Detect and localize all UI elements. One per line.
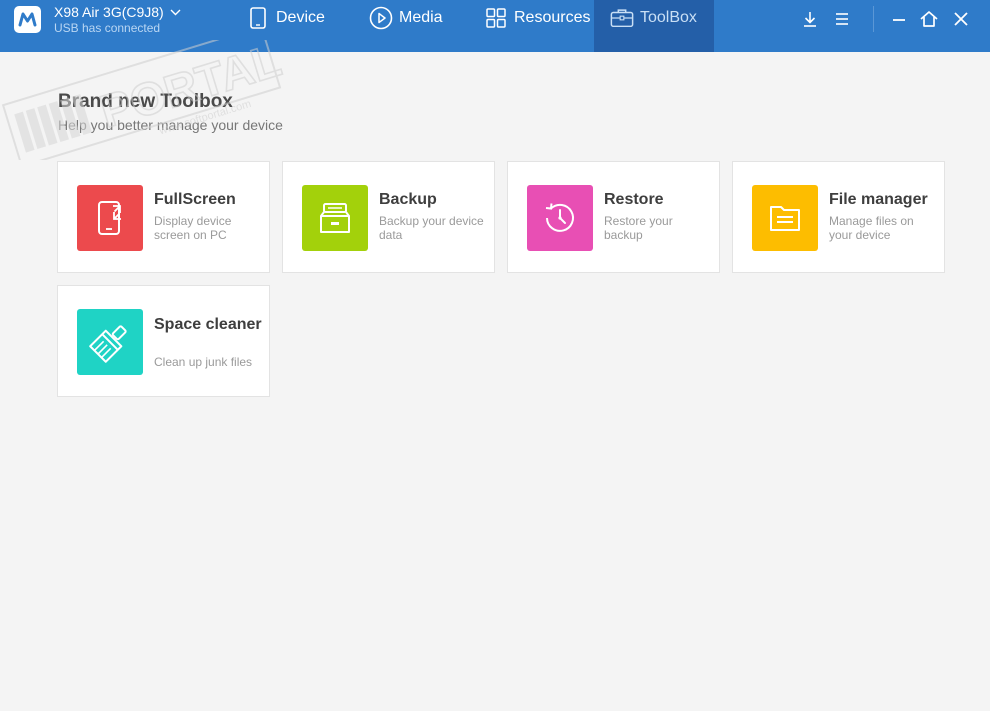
window-controls-divider	[873, 6, 874, 32]
tab-resources-label: Resources	[514, 9, 591, 26]
tool-description: Backup your device data	[379, 214, 484, 242]
tool-title: File manager	[829, 191, 928, 208]
tablet-icon	[246, 6, 270, 30]
broom-icon	[77, 309, 143, 375]
tool-card-fullscreen[interactable]: FullScreen Display device screen on PC	[57, 161, 270, 273]
tool-title: Space cleaner	[154, 316, 262, 333]
tab-media[interactable]: Media	[369, 0, 469, 52]
tool-description: Restore your backup	[604, 214, 673, 242]
device-status: USB has connected	[54, 21, 161, 35]
tool-card-space-cleaner[interactable]: Space cleaner Clean up junk files	[57, 285, 270, 397]
tool-card-backup[interactable]: Backup Backup your device data	[282, 161, 495, 273]
tool-description: Manage files on your device	[829, 214, 914, 242]
tab-toolbox[interactable]: ToolBox	[594, 0, 714, 52]
tab-device-label: Device	[276, 9, 325, 26]
chevron-down-icon[interactable]	[170, 9, 181, 16]
tab-media-label: Media	[399, 9, 443, 26]
toolbox-icon	[610, 6, 634, 30]
top-bar: X98 Air 3G(C9J8) USB has connected Devic…	[0, 0, 990, 52]
page-subtitle: Help you better manage your device	[58, 117, 283, 133]
close-icon[interactable]	[950, 8, 972, 30]
grid-icon	[484, 6, 508, 30]
device-selector[interactable]: X98 Air 3G(C9J8) USB has connected	[54, 4, 181, 35]
tool-card-restore[interactable]: Restore Restore your backup	[507, 161, 720, 273]
tab-resources[interactable]: Resources	[484, 0, 594, 52]
restore-icon	[527, 185, 593, 251]
tool-title: Backup	[379, 191, 437, 208]
play-icon	[369, 6, 393, 30]
device-name-row: X98 Air 3G(C9J8)	[54, 4, 181, 20]
page-title: Brand new Toolbox	[58, 91, 233, 112]
device-name: X98 Air 3G(C9J8)	[54, 4, 164, 20]
download-icon[interactable]	[799, 8, 821, 30]
menu-icon[interactable]	[831, 8, 853, 30]
tool-card-file-manager[interactable]: File manager Manage files on your device	[732, 161, 945, 273]
home-icon[interactable]	[918, 8, 940, 30]
tool-description: Display device screen on PC	[154, 214, 232, 242]
backup-icon	[302, 185, 368, 251]
file-manager-icon	[752, 185, 818, 251]
minimize-icon[interactable]	[888, 8, 910, 30]
app-logo	[14, 6, 41, 33]
tab-toolbox-label: ToolBox	[640, 9, 697, 26]
tab-device[interactable]: Device	[246, 0, 346, 52]
tool-description: Clean up junk files	[154, 355, 253, 369]
tool-title: FullScreen	[154, 191, 236, 208]
fullscreen-icon	[77, 185, 143, 251]
tool-title: Restore	[604, 191, 664, 208]
